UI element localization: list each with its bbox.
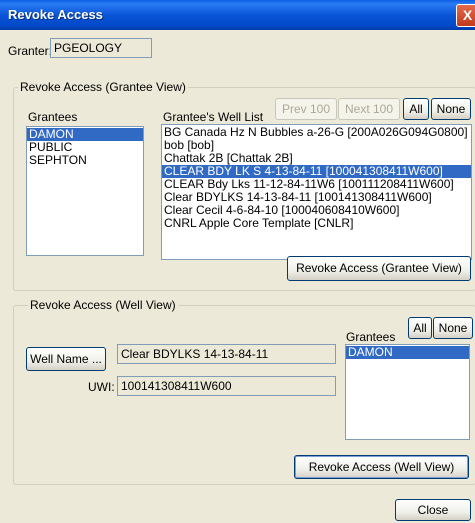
well-name-field: Clear BDYLKS 14-13-84-11: [117, 344, 336, 364]
close-button[interactable]: Close: [395, 499, 471, 521]
well-name-button[interactable]: Well Name ...: [26, 347, 106, 371]
grantee-view-legend: Revoke Access (Grantee View): [18, 80, 188, 94]
revoke-access-dialog: Revoke Access X Granter: PGEOLOGY Revoke…: [0, 0, 475, 523]
select-none-grantees-button[interactable]: None: [433, 317, 473, 339]
uwi-field: 100141308411W600: [117, 376, 336, 396]
grantee-list-item[interactable]: SEPHTON: [27, 154, 143, 167]
window-title: Revoke Access: [8, 7, 103, 22]
grantees-list[interactable]: DAMON PUBLIC SEPHTON: [26, 126, 144, 256]
well-view-legend: Revoke Access (Well View): [28, 298, 178, 312]
select-none-wells-button[interactable]: None: [431, 98, 471, 120]
select-all-wells-button[interactable]: All: [403, 98, 429, 120]
revoke-access-well-view-button[interactable]: Revoke Access (Well View): [294, 455, 469, 479]
uwi-label: UWI:: [88, 380, 115, 394]
grantee-well-list[interactable]: BG Canada Hz N Bubbles a-26-G [200A026G0…: [161, 124, 472, 260]
prev-100-button[interactable]: Prev 100: [275, 98, 337, 120]
title-bar: Revoke Access X: [0, 0, 475, 30]
granter-field: PGEOLOGY: [50, 38, 152, 58]
select-all-grantees-button[interactable]: All: [408, 317, 432, 339]
granter-label: Granter:: [8, 44, 53, 58]
grantees-label: Grantees: [28, 110, 78, 124]
revoke-access-grantee-view-button[interactable]: Revoke Access (Grantee View): [287, 256, 471, 281]
well-view-grantees-list[interactable]: DAMON: [345, 344, 470, 440]
well-view-grantees-label: Grantees: [346, 330, 396, 344]
next-100-button[interactable]: Next 100: [338, 98, 400, 120]
well-list-item[interactable]: CNRL Apple Core Template [CNLR]: [162, 217, 471, 230]
close-icon[interactable]: X: [456, 4, 475, 27]
well-list-label: Grantee's Well List: [163, 110, 264, 124]
well-view-grantee-item[interactable]: DAMON: [346, 346, 469, 359]
